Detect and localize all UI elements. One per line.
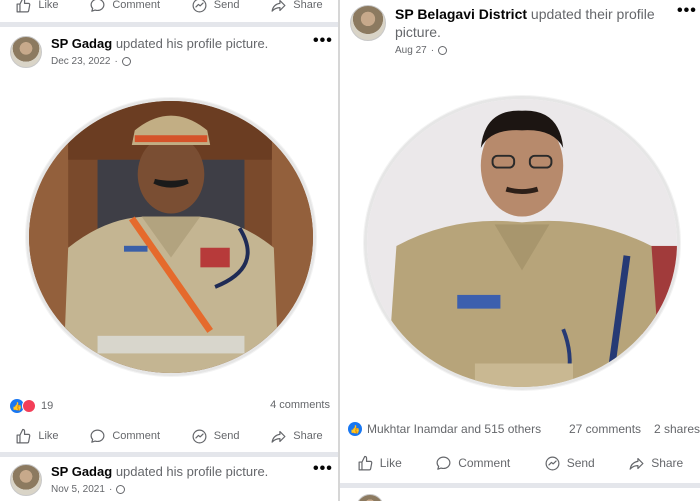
- like-button[interactable]: Like: [15, 0, 59, 14]
- meta-dot: ·: [430, 45, 435, 56]
- comment-label: Comment: [458, 456, 511, 470]
- thumbs-up-icon: [358, 455, 373, 470]
- send-label: Send: [213, 430, 240, 442]
- post-title-line: SP Belagavi District updated their profi…: [395, 5, 685, 41]
- activity-text: updated his profile picture.: [115, 464, 269, 479]
- post-meta: Nov 5, 2021 ·: [51, 484, 268, 495]
- share-arrow-icon: [271, 430, 286, 443]
- post1-action-bar: Like Comment Send Share: [0, 426, 338, 446]
- comments-count[interactable]: 4 comments: [270, 399, 330, 411]
- send-label: Send: [213, 0, 240, 11]
- like-label: Like: [379, 456, 402, 470]
- globe-icon: [116, 485, 126, 494]
- send-button[interactable]: Send: [191, 428, 240, 445]
- send-label: Send: [566, 456, 595, 470]
- author-name[interactable]: SP Gadag: [51, 464, 112, 479]
- messenger-icon: [192, 0, 207, 12]
- profile-photo[interactable]: [26, 98, 316, 376]
- share-button[interactable]: Share: [270, 0, 323, 14]
- reaction-count: 19: [41, 400, 54, 412]
- like-label: Like: [38, 430, 59, 442]
- thumbs-up-icon: [16, 0, 31, 12]
- avatar[interactable]: [350, 5, 386, 41]
- post-separator: [340, 483, 700, 488]
- love-reaction-icon: [22, 399, 36, 413]
- share-label: Share: [651, 456, 684, 470]
- profile-photo[interactable]: [364, 96, 680, 390]
- post-date[interactable]: Nov 5, 2021: [51, 484, 105, 495]
- post-title-line: SP Gadag updated his profile picture.: [51, 36, 268, 52]
- comment-button[interactable]: Comment: [435, 455, 510, 472]
- like-reaction-icon: 👍: [348, 422, 362, 436]
- share-button[interactable]: Share: [270, 428, 323, 445]
- comment-button[interactable]: Comment: [89, 428, 160, 445]
- like-button[interactable]: Like: [357, 455, 402, 472]
- like-label: Like: [38, 0, 59, 11]
- share-button[interactable]: Share: [628, 455, 683, 472]
- messenger-icon: [192, 429, 207, 443]
- messenger-icon: [545, 456, 560, 470]
- more-options-button[interactable]: •••: [313, 460, 333, 478]
- comment-bubble-icon: [436, 456, 451, 470]
- share-label: Share: [293, 0, 323, 11]
- shares-count[interactable]: 2 shares: [654, 422, 700, 436]
- avatar[interactable]: [10, 36, 42, 68]
- post-separator: [0, 22, 338, 27]
- post-title-line: SP Gadag updated his profile picture.: [51, 464, 268, 480]
- avatar[interactable]: [356, 494, 384, 501]
- reactions-summary[interactable]: 👍 Mukhtar Inamdar and 515 others: [348, 422, 541, 436]
- activity-text: updated his profile picture.: [115, 36, 269, 51]
- right-feed-panel: SP Belagavi District updated their profi…: [340, 0, 700, 501]
- comment-bubble-icon: [90, 0, 105, 12]
- post-header: SP Belagavi District updated their profi…: [350, 5, 685, 56]
- author-name[interactable]: SP Gadag: [51, 36, 112, 51]
- post1-action-bar: Like Comment Send Share: [340, 452, 700, 474]
- post-date[interactable]: Dec 23, 2022: [51, 56, 111, 67]
- more-options-button[interactable]: •••: [677, 2, 697, 20]
- meta-dot: ·: [114, 56, 118, 67]
- globe-icon: [121, 57, 131, 66]
- comments-count[interactable]: 27 comments: [569, 422, 641, 436]
- post-header: SP Gadag updated his profile picture. No…: [10, 464, 268, 496]
- like-button[interactable]: Like: [15, 428, 59, 445]
- post-separator: [0, 452, 338, 457]
- share-arrow-icon: [271, 0, 286, 12]
- left-feed-panel: Like Comment Send Share SP Gadag updated…: [0, 0, 338, 501]
- comment-label: Comment: [112, 430, 161, 442]
- post0-action-bar: Like Comment Send Share: [0, 0, 338, 13]
- comment-label: Comment: [112, 0, 161, 11]
- share-arrow-icon: [629, 457, 644, 470]
- more-options-button[interactable]: •••: [313, 32, 333, 50]
- globe-icon: [438, 46, 448, 55]
- comment-button[interactable]: Comment: [89, 0, 160, 14]
- reactions-summary[interactable]: 👍 19: [10, 399, 53, 413]
- share-label: Share: [293, 430, 323, 442]
- send-button[interactable]: Send: [191, 0, 240, 14]
- reactions-text: Mukhtar Inamdar and 515 others: [367, 422, 542, 436]
- post-header: SP Gadag updated his profile picture. De…: [10, 36, 268, 68]
- officer-photo-illustration: [367, 99, 677, 387]
- author-name[interactable]: SP Belagavi District: [395, 6, 527, 22]
- avatar[interactable]: [10, 464, 42, 496]
- post-meta: Aug 27 ·: [395, 45, 685, 56]
- meta-dot: ·: [108, 484, 113, 495]
- comment-bubble-icon: [90, 429, 105, 443]
- send-button[interactable]: Send: [544, 455, 595, 472]
- officer-photo-illustration: [29, 101, 313, 373]
- post-date[interactable]: Aug 27: [395, 45, 427, 56]
- post-meta: Dec 23, 2022 ·: [51, 56, 268, 67]
- thumbs-up-icon: [16, 428, 31, 443]
